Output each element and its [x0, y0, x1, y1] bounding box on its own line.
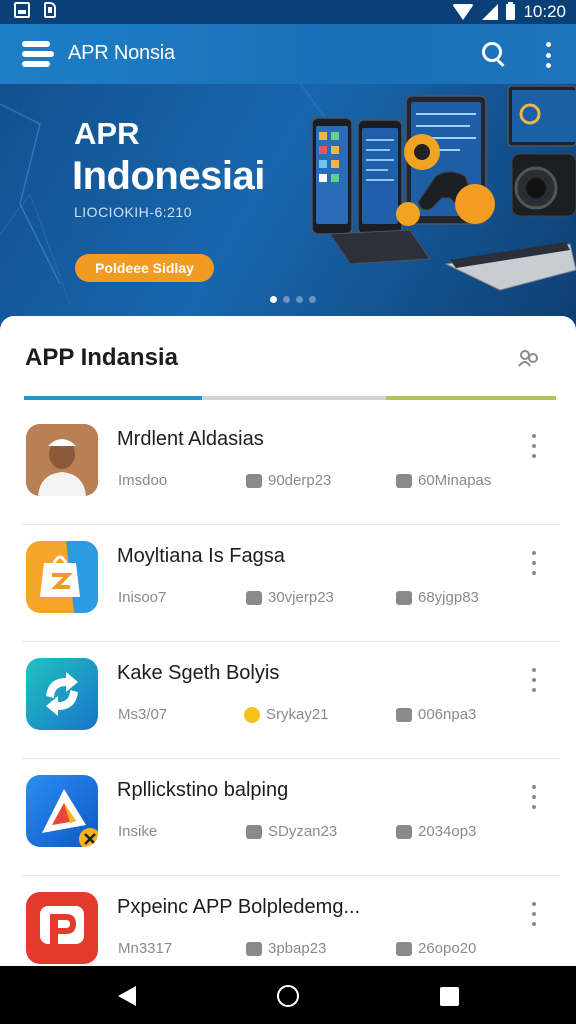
system-nav-bar: [0, 966, 576, 1024]
app-list: Mrdlent Aldasias Imsdoo 90derp23 60Minap…: [0, 408, 576, 966]
app-title: APR Nonsia: [68, 42, 175, 64]
storage-icon: [396, 707, 412, 722]
shopping-bag-icon: [26, 541, 98, 613]
storage-icon: [396, 941, 412, 956]
app-meta: Insike: [118, 823, 158, 840]
app-logo-icon: [22, 41, 54, 67]
apps-card: APP Indansia Mrdlent Aldasias Imsdoo 90d…: [0, 316, 576, 966]
stat-value: 68yjgp83: [418, 589, 479, 606]
list-item[interactable]: Mrdlent Aldasias Imsdoo 90derp23 60Minap…: [22, 408, 560, 525]
app-name[interactable]: Rpllickstino balping: [117, 779, 288, 802]
people-filter-icon[interactable]: [518, 348, 540, 370]
stat-value: 90derp23: [268, 472, 332, 489]
smiley-icon: [244, 706, 260, 723]
stat-size: 60Minapas: [396, 472, 491, 489]
sync-arrows-icon: [26, 658, 98, 730]
stat-size: 006npa3: [396, 706, 476, 723]
sim-card-icon: [44, 2, 56, 18]
stat-value: SDyzan23: [268, 823, 338, 840]
app-name[interactable]: Kake Sgeth Bolyis: [117, 662, 279, 685]
storage-icon: [396, 590, 412, 605]
hero-banner[interactable]: APR Indonesiai LIOCIOKIH-6:210 Poldeee S…: [0, 84, 576, 324]
stat-value: 60Minapas: [418, 472, 492, 489]
devices-illustration: [311, 85, 576, 291]
hero-title-line2: Indonesiai: [72, 154, 265, 198]
stat-value: 26opo20: [418, 940, 477, 957]
app-meta: Imsdoo: [118, 472, 168, 489]
stat-downloads: 30vjerp23: [246, 589, 334, 606]
signal-icon: [482, 4, 499, 20]
stat-size: 68yjgp83: [396, 589, 479, 606]
list-item[interactable]: Rpllickstino balping Insike SDyzan23 203…: [22, 759, 560, 876]
storage-icon: [396, 824, 412, 839]
stat-size: 2034op3: [396, 823, 476, 840]
recents-icon[interactable]: [440, 987, 459, 1006]
carousel-dot-2[interactable]: [283, 296, 290, 303]
carousel-indicator[interactable]: [270, 296, 316, 303]
section-divider: [24, 396, 556, 400]
image-icon: [246, 824, 262, 839]
stat-downloads: SDyzan23: [246, 823, 337, 840]
hero-cta-button[interactable]: Poldeee Sidlay: [75, 254, 214, 282]
app-meta: Mn3317: [118, 940, 173, 957]
app-meta: Ms3/07: [118, 706, 168, 723]
app-name[interactable]: Pxpeinc APP Bolpledemg...: [117, 896, 360, 919]
bookmark-icon: [246, 941, 262, 956]
person-photo-icon: [26, 424, 98, 496]
list-item[interactable]: Kake Sgeth Bolyis Ms3/07 Srykay21 006npa…: [22, 642, 560, 759]
status-time: 10:20: [523, 2, 566, 21]
image-notification-icon: [14, 2, 30, 18]
back-icon[interactable]: [118, 986, 136, 1006]
image-icon: [246, 590, 262, 605]
storage-icon: [396, 473, 412, 488]
stat-value: 006npa3: [418, 706, 477, 723]
stat-value: Srykay21: [266, 706, 329, 723]
play-triangle-icon: [26, 775, 98, 847]
carousel-dot-1[interactable]: [270, 296, 277, 303]
hero-subtitle: LIOCIOKIH-6:210: [74, 204, 192, 220]
app-name[interactable]: Moyltiana Is Fagsa: [117, 545, 285, 568]
item-overflow-icon[interactable]: [528, 434, 540, 458]
stat-rating: Srykay21: [244, 706, 329, 723]
download-icon: [246, 473, 262, 488]
carousel-dot-4[interactable]: [309, 296, 316, 303]
app-meta: Inisoo7: [118, 589, 167, 606]
search-icon[interactable]: [482, 42, 506, 67]
app-name[interactable]: Mrdlent Aldasias: [117, 428, 264, 451]
stat-value: 3pbap23: [268, 940, 327, 957]
stat-downloads: 90derp23: [246, 472, 331, 489]
app-bar: APR Nonsia: [0, 24, 576, 84]
item-overflow-icon[interactable]: [528, 668, 540, 692]
item-overflow-icon[interactable]: [528, 785, 540, 809]
carousel-dot-3[interactable]: [296, 296, 303, 303]
stat-value: 30vjerp23: [268, 589, 334, 606]
overflow-menu-icon[interactable]: [538, 42, 558, 68]
stat-downloads: 3pbap23: [246, 940, 326, 957]
hero-title-line1: APR: [74, 116, 140, 151]
p-letter-icon: [26, 892, 98, 964]
section-title: APP Indansia: [25, 344, 178, 371]
list-item[interactable]: Moyltiana Is Fagsa Inisoo7 30vjerp23 68y…: [22, 525, 560, 642]
wifi-icon: [452, 4, 475, 20]
status-bar: 10:20: [0, 0, 576, 24]
home-icon[interactable]: [277, 985, 299, 1007]
list-item[interactable]: Pxpeinc APP Bolpledemg... Mn3317 3pbap23…: [22, 876, 560, 966]
item-overflow-icon[interactable]: [528, 551, 540, 575]
stat-size: 26opo20: [396, 940, 476, 957]
item-overflow-icon[interactable]: [528, 902, 540, 926]
battery-icon: [506, 2, 516, 20]
stat-value: 2034op3: [418, 823, 477, 840]
